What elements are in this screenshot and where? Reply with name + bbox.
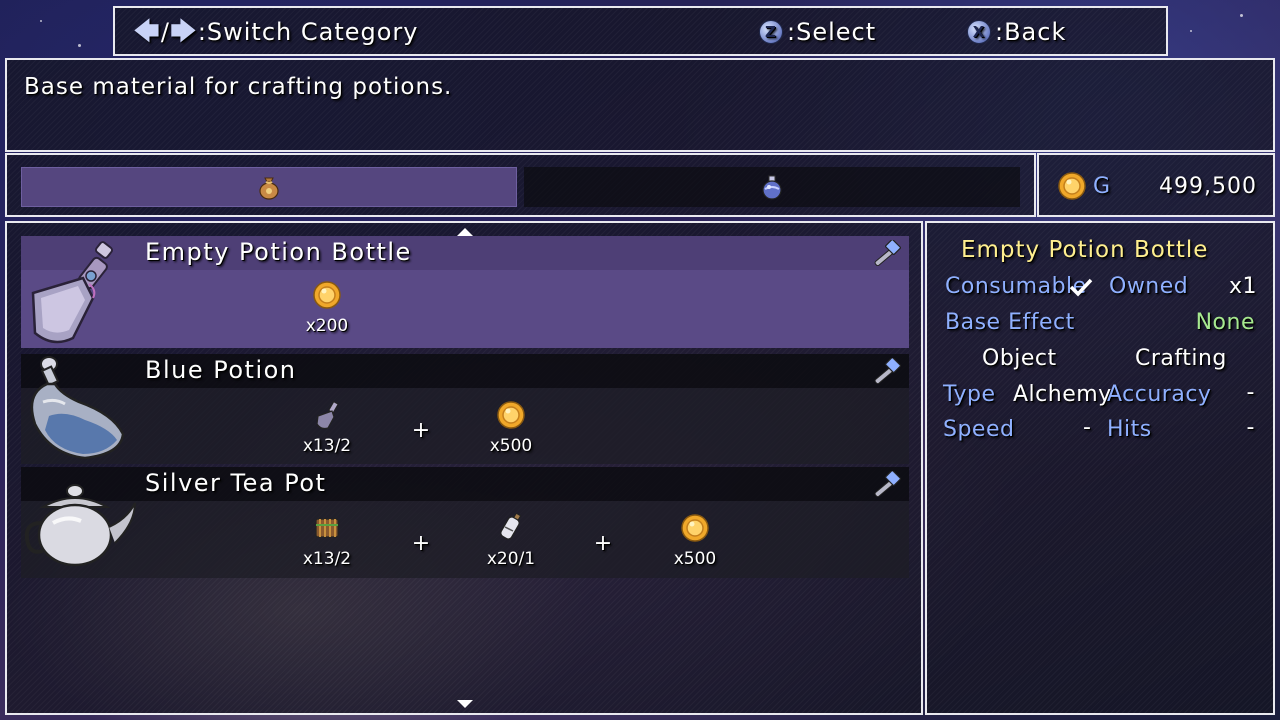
speed-value: - bbox=[1083, 415, 1092, 440]
recipe-row-blue-potion[interactable]: Blue Potion x13/2 + x500 bbox=[21, 354, 909, 464]
switch-category-hint: 🡄 / 🡆 :Switch Category bbox=[133, 18, 419, 46]
accuracy-label: Accuracy bbox=[1107, 382, 1212, 407]
craft-hammer-icon bbox=[874, 357, 901, 385]
detail-title: Empty Potion Bottle bbox=[961, 237, 1209, 263]
plus-sign: + bbox=[593, 531, 613, 556]
x-key-icon: X bbox=[967, 20, 991, 44]
select-label: :Select bbox=[787, 18, 877, 46]
description-panel: Base material for crafting potions. bbox=[5, 58, 1275, 152]
craft-hammer-icon bbox=[874, 470, 901, 498]
recipe-name: Silver Tea Pot bbox=[145, 469, 327, 497]
wood-bundle-icon bbox=[315, 518, 339, 538]
back-label: :Back bbox=[995, 18, 1067, 46]
recipe-name: Empty Potion Bottle bbox=[145, 238, 412, 266]
background-star bbox=[40, 20, 42, 22]
plus-sign: + bbox=[411, 418, 431, 443]
control-help-bar: 🡄 / 🡆 :Switch Category Z :Select X :Back bbox=[113, 6, 1168, 56]
ingredient-empty-bottle: x13/2 bbox=[287, 400, 367, 456]
gold-coin-icon bbox=[313, 281, 341, 309]
gold-coin-icon bbox=[681, 514, 709, 542]
checkmark-icon bbox=[1069, 278, 1093, 297]
base-effect-value: None bbox=[1195, 310, 1255, 335]
object-label: Object bbox=[982, 346, 1057, 371]
accuracy-value: - bbox=[1246, 380, 1255, 405]
arrow-left-icon: 🡄 bbox=[133, 17, 161, 47]
scroll-up-arrow-icon[interactable] bbox=[457, 228, 473, 236]
recipe-row-silver-tea-pot[interactable]: Silver Tea Pot x13/2 + x20/1 + x500 bbox=[21, 467, 909, 578]
recipe-row-empty-potion-bottle[interactable]: Empty Potion Bottle x200 bbox=[21, 236, 909, 348]
category-tabs bbox=[5, 153, 1036, 217]
background-star bbox=[78, 44, 81, 47]
arrow-separator: / bbox=[160, 18, 170, 46]
recipe-body bbox=[21, 270, 909, 348]
owned-value: x1 bbox=[1228, 274, 1257, 299]
base-effect-label: Base Effect bbox=[945, 310, 1075, 335]
recipe-name: Blue Potion bbox=[145, 356, 297, 384]
scroll-down-arrow-icon[interactable] bbox=[457, 700, 473, 708]
item-details-panel: Empty Potion Bottle Consumable Owned x1 … bbox=[925, 221, 1275, 715]
craft-hammer-icon bbox=[874, 239, 901, 267]
switch-category-label: :Switch Category bbox=[197, 18, 419, 46]
gold-currency-label: G bbox=[1093, 174, 1111, 199]
select-hint: Z :Select bbox=[759, 18, 876, 46]
recipe-body bbox=[21, 388, 909, 464]
arrow-right-icon: 🡆 bbox=[169, 17, 198, 47]
object-value: Crafting bbox=[1135, 346, 1227, 371]
ingredient-count: x200 bbox=[305, 316, 349, 336]
empty-bottle-small-icon bbox=[316, 400, 339, 430]
item-description: Base material for crafting potions. bbox=[24, 74, 453, 100]
background-star bbox=[1190, 30, 1192, 32]
speed-label: Speed bbox=[943, 417, 1015, 442]
tab-potions[interactable] bbox=[524, 167, 1020, 207]
bottle-scroll-icon bbox=[500, 512, 522, 540]
ingredient-count: x13/2 bbox=[302, 436, 352, 456]
ingredient-count: x13/2 bbox=[302, 549, 352, 569]
z-key-icon: Z bbox=[759, 20, 783, 44]
plus-sign: + bbox=[411, 531, 431, 556]
ingredient-gold: x200 bbox=[287, 280, 367, 336]
type-value: Alchemy bbox=[1013, 382, 1112, 407]
type-label: Type bbox=[943, 382, 996, 407]
owned-label: Owned bbox=[1109, 274, 1189, 299]
ingredient-gold: x500 bbox=[471, 400, 551, 456]
gold-coin-icon bbox=[1058, 172, 1086, 200]
empty-potion-bottle-icon bbox=[31, 241, 113, 344]
ingredient-count: x20/1 bbox=[486, 549, 536, 569]
recipe-body bbox=[21, 501, 909, 578]
recipe-list: Empty Potion Bottle x200 Blue Potion x13… bbox=[5, 221, 923, 715]
potion-flask-icon bbox=[762, 175, 782, 200]
blue-potion-icon bbox=[30, 356, 125, 460]
ingredient-bottle-scroll: x20/1 bbox=[471, 512, 551, 569]
background-star bbox=[1240, 14, 1243, 17]
hits-label: Hits bbox=[1107, 417, 1152, 442]
gold-panel: G 499,500 bbox=[1037, 153, 1275, 217]
material-bag-icon bbox=[259, 177, 279, 200]
ingredient-wood-bundle: x13/2 bbox=[287, 513, 367, 569]
ingredient-gold: x500 bbox=[655, 513, 735, 569]
hits-value: - bbox=[1246, 415, 1255, 440]
ingredient-count: x500 bbox=[489, 436, 533, 456]
ingredient-count: x500 bbox=[673, 549, 717, 569]
back-hint: X :Back bbox=[967, 18, 1066, 46]
gold-amount: 499,500 bbox=[1159, 174, 1257, 199]
silver-tea-pot-icon bbox=[24, 484, 136, 567]
tab-materials[interactable] bbox=[21, 167, 517, 207]
consumable-label: Consumable bbox=[945, 274, 1087, 299]
gold-coin-icon bbox=[497, 401, 525, 429]
